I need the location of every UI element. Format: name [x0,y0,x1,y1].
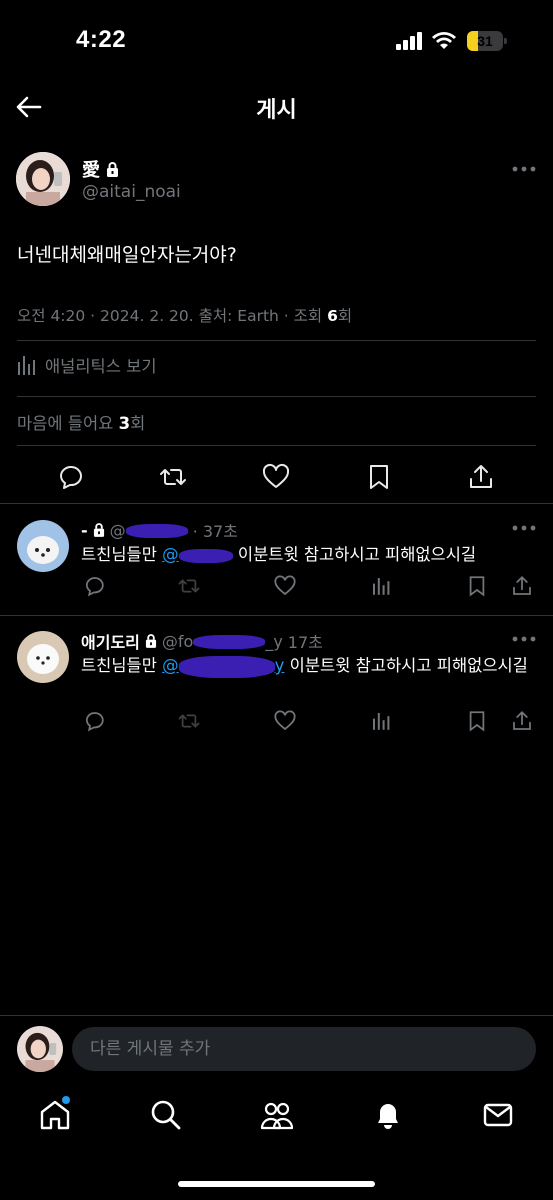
reply-avatar[interactable] [17,631,69,683]
share-icon[interactable] [466,462,496,492]
reply-time: · 37초 [192,522,238,541]
author-avatar[interactable] [16,152,70,206]
communities-icon[interactable] [260,1098,294,1132]
notifications-icon[interactable] [371,1098,405,1132]
likes-count: 3 [118,414,131,433]
like-icon[interactable] [273,574,297,598]
repost-icon[interactable] [177,574,201,598]
like-icon[interactable] [261,462,291,492]
battery-percent: 31 [477,33,493,49]
post-meta-text: 오전 4:20 · 2024. 2. 20. 출처: Earth · 조회 [17,307,328,325]
reply-item[interactable]: - @ · 37초 트친님들만 @ 이분트윗 참고하시고 피해없으시길 [0,518,553,614]
redacted-mark [193,635,266,649]
analytics-link[interactable]: 애널리틱스 보기 [17,353,157,377]
reply-action-bar [0,709,553,739]
analytics-icon[interactable] [369,574,393,598]
divider [0,1015,553,1016]
compose-input[interactable]: 다른 게시물 추가 [72,1027,536,1071]
repost-icon[interactable] [177,709,201,733]
reply-handle[interactable]: @ [110,521,188,540]
search-icon[interactable] [149,1098,183,1132]
top-header: 게시 [0,84,553,130]
bookmark-icon[interactable] [465,709,489,733]
bottom-nav [0,1090,553,1150]
more-options-icon[interactable] [511,164,537,174]
share-icon[interactable] [510,574,534,598]
more-options-icon[interactable] [511,523,537,533]
like-icon[interactable] [273,709,297,733]
reply-name[interactable]: 애기도리 [81,629,140,653]
bookmark-icon[interactable] [364,462,394,492]
status-bar: 4:22 31 [0,0,553,80]
reply-header: 애기도리 @fo _y 17초 [81,629,323,653]
analytics-icon[interactable] [369,709,393,733]
cellular-signal-icon [396,32,422,50]
likes-summary[interactable]: 마음에 들어요 3회 [17,410,145,434]
compose-bar: 다른 게시물 추가 [0,1020,553,1080]
divider [17,340,536,341]
likes-prefix: 마음에 들어요 [17,414,119,433]
messages-icon[interactable] [481,1098,515,1132]
divider [17,396,536,397]
post-text: 너넨대체왜매일안자는거야? [17,244,237,266]
wifi-icon [432,32,456,49]
author-name-text: 愛 [82,160,100,181]
redacted-mark [125,524,188,538]
reply-time: 17초 [287,633,323,652]
reply-text: 트친님들만 @ 이분트윗 참고하시고 피해없으시길 [81,545,477,564]
bookmark-icon[interactable] [465,574,489,598]
view-suffix: 회 [337,307,353,325]
analytics-label: 애널리틱스 보기 [45,357,157,376]
lock-icon [107,161,118,177]
likes-suffix: 회 [130,414,146,433]
notification-dot [62,1096,70,1104]
reply-icon[interactable] [82,709,106,733]
reply-handle[interactable]: @fo _y [162,632,283,651]
author-handle[interactable]: @aitai_noai [82,182,181,202]
redacted-mark [178,655,275,678]
status-time: 4:22 [76,26,127,53]
reply-text: 트친님들만 @ y 이분트윗 참고하시고 피해없으시길 [81,653,531,679]
battery-icon: 31 [467,31,507,51]
divider [0,503,553,504]
mention-link[interactable]: @ [162,545,233,564]
home-indicator [178,1181,375,1187]
lock-icon [93,523,104,537]
reply-name[interactable]: - [81,521,88,540]
analytics-icon [18,356,35,375]
divider [0,615,553,616]
post-meta: 오전 4:20 · 2024. 2. 20. 출처: Earth · 조회 6회 [17,304,352,326]
reply-icon[interactable] [82,574,106,598]
my-avatar[interactable] [17,1026,63,1072]
more-options-icon[interactable] [511,634,537,644]
author-name[interactable]: 愛 [82,156,119,182]
redacted-mark [178,548,233,563]
repost-icon[interactable] [158,462,188,492]
lock-icon [145,634,156,648]
reply-action-bar [0,574,553,604]
post-action-bar [0,458,553,498]
reply-avatar[interactable] [17,520,69,572]
reply-item[interactable]: 애기도리 @fo _y 17초 트친님들만 @ y 이분트윗 참고하시고 피해없으시… [0,629,553,749]
mention-link[interactable]: @ y [162,655,284,678]
reply-icon[interactable] [55,462,85,492]
reply-header: - @ · 37초 [81,518,238,542]
view-count: 6 [327,307,338,325]
post-author: 愛 @aitai_noai [16,152,536,212]
page-title: 게시 [256,98,297,123]
divider [17,445,536,446]
share-icon[interactable] [510,709,534,733]
